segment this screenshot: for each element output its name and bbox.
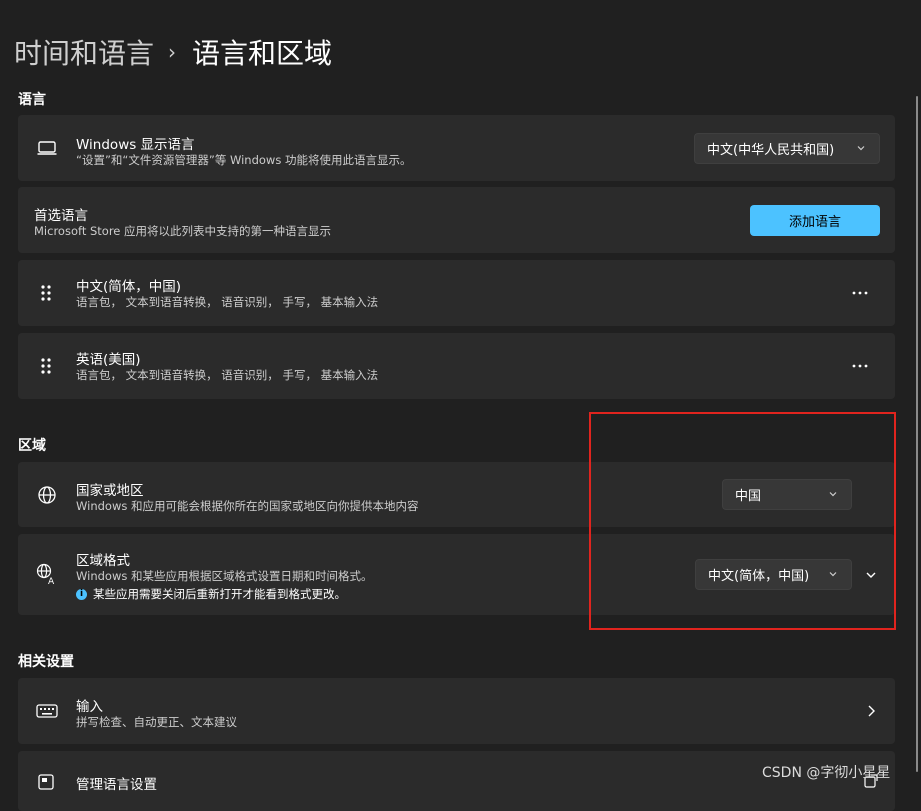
display-language-value: 中文(中华人民共和国) — [707, 143, 835, 158]
globe-icon — [36, 484, 58, 506]
section-header-region: 区域 — [18, 438, 46, 454]
breadcrumb-separator-icon: › — [168, 40, 177, 64]
monitor-icon — [36, 137, 58, 159]
regional-format-subtitle: Windows 和某些应用根据区域格式设置日期和时间格式。 — [76, 569, 373, 583]
drag-handle-icon[interactable] — [35, 355, 57, 377]
add-language-button[interactable]: 添加语言 — [750, 205, 880, 236]
preferred-languages-card: 首选语言 Microsoft Store 应用将以此列表中支持的第一种语言显示 … — [18, 187, 895, 253]
country-region-title: 国家或地区 — [76, 483, 144, 499]
related-item-title: 输入 — [76, 699, 103, 715]
chevron-right-icon — [863, 703, 879, 719]
language-features: 语言包， 文本到语音转换， 语音识别， 手写， 基本输入法 — [76, 295, 379, 309]
display-language-subtitle: “设置”和“文件资源管理器”等 Windows 功能将使用此语言显示。 — [76, 153, 412, 167]
language-item-english[interactable]: 英语(美国) 语言包， 文本到语音转换， 语音识别， 手写， 基本输入法 — [18, 333, 895, 399]
language-item-chinese[interactable]: 中文(简体，中国) 语言包， 文本到语音转换， 语音识别， 手写， 基本输入法 — [18, 260, 895, 326]
drag-handle-icon[interactable] — [35, 282, 57, 304]
info-icon: i — [76, 589, 87, 600]
related-item-subtitle: 拼写检查、自动更正、文本建议 — [76, 715, 237, 729]
regional-format-notice: i 某些应用需要关闭后重新打开才能看到格式更改。 — [76, 586, 346, 602]
country-region-subtitle: Windows 和应用可能会根据你所在的国家或地区向你提供本地内容 — [76, 499, 419, 513]
section-header-related: 相关设置 — [18, 654, 74, 670]
regional-format-icon: A — [36, 563, 58, 585]
watermark-text: CSDN @字彻小星星 — [762, 765, 891, 781]
language-features: 语言包， 文本到语音转换， 语音识别， 手写， 基本输入法 — [76, 368, 379, 382]
preferred-languages-subtitle: Microsoft Store 应用将以此列表中支持的第一种语言显示 — [34, 224, 332, 238]
chevron-down-icon — [855, 142, 867, 158]
breadcrumb-parent[interactable]: 时间和语言 — [14, 32, 154, 72]
display-language-title: Windows 显示语言 — [76, 137, 195, 153]
more-options-icon[interactable] — [850, 356, 870, 376]
display-language-dropdown[interactable]: 中文(中华人民共和国) — [694, 133, 880, 164]
more-options-icon[interactable] — [850, 283, 870, 303]
related-item-title: 管理语言设置 — [76, 777, 157, 793]
language-name: 英语(美国) — [76, 352, 141, 368]
scrollbar[interactable] — [916, 96, 918, 772]
highlight-box — [589, 412, 896, 630]
admin-language-icon — [36, 771, 58, 793]
related-item-input[interactable]: 输入 拼写检查、自动更正、文本建议 — [18, 678, 895, 744]
preferred-languages-title: 首选语言 — [34, 208, 88, 224]
regional-format-notice-text: 某些应用需要关闭后重新打开才能看到格式更改。 — [93, 587, 346, 601]
breadcrumb: 时间和语言 › 语言和区域 — [14, 32, 332, 72]
section-header-language: 语言 — [18, 92, 46, 108]
regional-format-title: 区域格式 — [76, 553, 130, 569]
language-name: 中文(简体，中国) — [76, 279, 182, 295]
keyboard-icon — [36, 700, 58, 722]
page-title: 语言和区域 — [192, 37, 333, 70]
display-language-card: Windows 显示语言 “设置”和“文件资源管理器”等 Windows 功能将… — [18, 115, 895, 181]
svg-text:A: A — [48, 577, 55, 585]
